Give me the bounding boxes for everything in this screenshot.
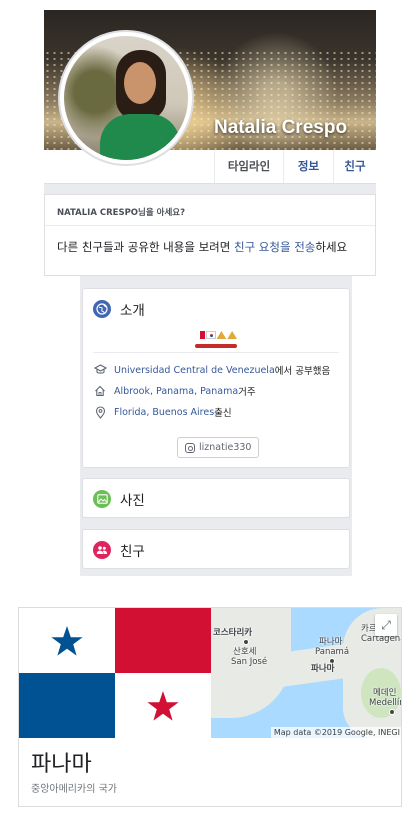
- intro-card: 소개 Universidad Central de Venezuela 에서 공…: [82, 288, 350, 468]
- send-friend-request-link[interactable]: 친구 요청을 전송: [234, 240, 315, 254]
- tab-timeline[interactable]: 타임라인: [214, 150, 284, 183]
- lives-in-link[interactable]: Albrook, Panama, Panama: [114, 386, 238, 397]
- instagram-badge[interactable]: liznatie330: [177, 437, 260, 458]
- profile-name[interactable]: Natalia Crespo: [214, 117, 347, 139]
- home-icon: [93, 384, 107, 398]
- divider-band: [44, 184, 376, 194]
- lives-in-suffix: 거주: [238, 387, 256, 398]
- avatar-body: [100, 114, 180, 160]
- photos-title: 사진: [120, 493, 145, 509]
- intro-title: 소개: [120, 303, 145, 319]
- friends-card[interactable]: 친구: [82, 529, 350, 569]
- expand-icon: ⤢: [381, 617, 391, 632]
- bell-emoji: [227, 331, 237, 339]
- education-link[interactable]: Universidad Central de Venezuela: [114, 365, 275, 376]
- map-label-panama-city-ko: 파나마: [319, 637, 343, 647]
- education-suffix: 에서 공부했음: [274, 366, 331, 377]
- tab-friends[interactable]: 친구: [334, 150, 376, 183]
- map-label-medellin: Medellín: [369, 698, 402, 708]
- friends-header[interactable]: 친구: [93, 540, 145, 560]
- map-label-costa-rica: 코스타리카: [213, 628, 253, 638]
- map-label-san-jose: San José: [231, 657, 268, 667]
- panama-flag[interactable]: [19, 608, 211, 738]
- knowledge-panel: 코스타리카 카르타 Cartagena 산호세 San José 파나마 Pan…: [18, 607, 402, 807]
- expand-map-button[interactable]: ⤢: [375, 614, 397, 636]
- tab-about[interactable]: 정보: [284, 150, 334, 183]
- map-city-dot: [243, 639, 249, 645]
- know-text-after: 하세요: [315, 240, 348, 254]
- instagram-icon: [185, 442, 195, 453]
- panama-map[interactable]: 코스타리카 카르타 Cartagena 산호세 San José 파나마 Pan…: [211, 608, 402, 738]
- emoji-underline: [195, 344, 237, 348]
- map-credit: Map data ©2019 Google, INEGI: [270, 727, 401, 738]
- know-text-before: 다른 친구들과 공유한 내용을 보려면: [57, 240, 234, 254]
- map-label-panama-city: Panamá: [315, 647, 350, 657]
- from-row: Florida, Buenos Aires 출신: [93, 405, 232, 419]
- know-person-box: NATALIA CRESPO님을 아세요? 다른 친구들과 공유한 내용을 보려…: [44, 194, 376, 276]
- profile-picture[interactable]: [58, 30, 194, 166]
- photo-icon: [93, 490, 111, 508]
- avatar-photo: [64, 36, 188, 160]
- friends-icon: [93, 541, 111, 559]
- map-city-dot: [389, 709, 395, 715]
- avatar-face: [124, 62, 156, 104]
- lives-in-row: Albrook, Panama, Panama 거주: [93, 384, 256, 398]
- map-label-medellin-ko: 메데인: [373, 688, 397, 698]
- panel-subtitle: 중앙아메리카의 국가: [31, 784, 117, 795]
- panama-flag-emoji: [195, 331, 205, 339]
- know-text: 다른 친구들과 공유한 내용을 보려면 친구 요청을 전송하세요: [57, 239, 347, 255]
- education-row: Universidad Central de Venezuela 에서 공부했음: [93, 363, 330, 377]
- intro-header[interactable]: 소개: [93, 299, 145, 319]
- photos-header[interactable]: 사진: [93, 489, 145, 509]
- from-suffix: 출신: [214, 408, 232, 419]
- know-heading: NATALIA CRESPO님을 아세요?: [57, 208, 186, 218]
- from-link[interactable]: Florida, Buenos Aires: [114, 407, 214, 418]
- bell-emoji: [216, 331, 227, 339]
- photos-card[interactable]: 사진: [82, 478, 350, 518]
- map-label-panama-country: 파나마: [311, 664, 335, 674]
- intro-divider: [93, 352, 339, 353]
- globe-icon: [93, 300, 111, 318]
- know-divider: [45, 225, 375, 226]
- location-pin-icon: [93, 405, 107, 419]
- friends-title: 친구: [120, 544, 145, 560]
- graduation-cap-icon: [93, 363, 107, 377]
- korea-flag-emoji: [205, 331, 216, 339]
- instagram-handle: liznatie330: [199, 442, 252, 453]
- intro-emoji-flags: [195, 331, 237, 341]
- panel-title: 파나마: [31, 752, 92, 777]
- map-label-san-jose-ko: 산호세: [233, 647, 257, 657]
